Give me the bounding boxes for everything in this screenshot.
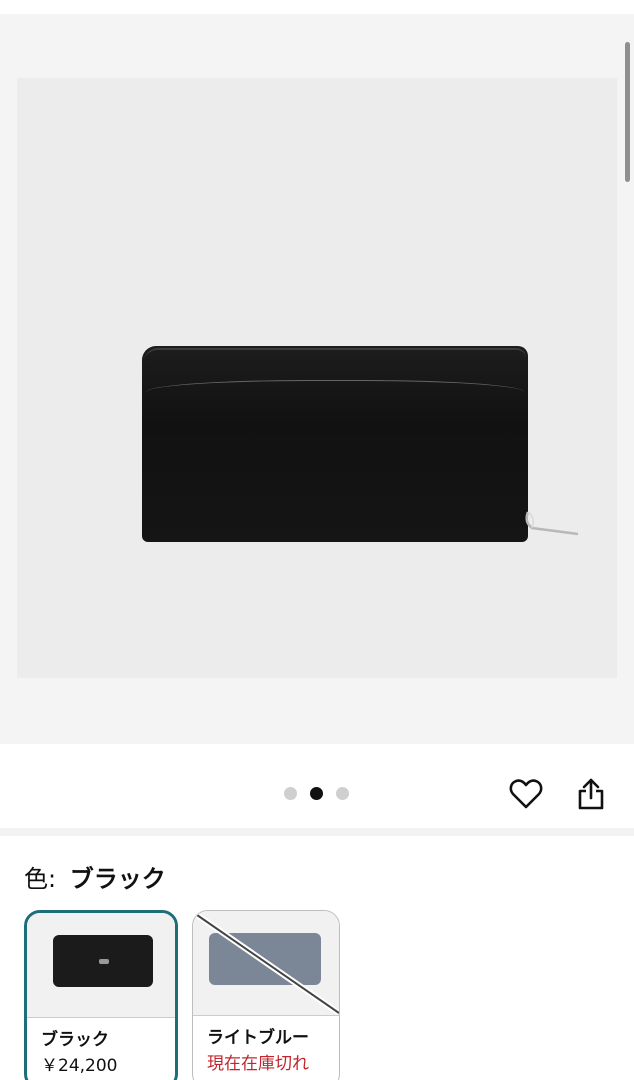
product-photo[interactable] [17,78,617,678]
product-image-gallery[interactable] [0,14,634,744]
swatch-color-name: ライトブルー [207,1028,309,1048]
color-swatch-black[interactable]: ブラック ￥24,200 [24,910,178,1080]
heart-icon [509,779,543,809]
carousel-dot-3[interactable] [336,787,349,800]
color-label-prefix: 色: [24,865,57,893]
gallery-action-row [0,744,634,828]
wallet-zipper [144,348,526,362]
color-selection-label: 色: ブラック [24,864,166,894]
swatch-color-name: ブラック [41,1030,109,1050]
selected-color-name: ブラック [69,865,166,893]
top-strip [0,0,634,14]
section-divider [0,828,634,836]
wallet-illustration [124,346,579,546]
favorite-button[interactable] [508,776,544,812]
share-icon [578,778,604,810]
swatch-separator [193,1015,339,1016]
share-button[interactable] [573,776,609,812]
color-swatch-light-blue[interactable]: ライトブルー 現在在庫切れ [192,910,340,1080]
brand-logo-icon [99,959,109,964]
carousel-pagination [284,787,349,800]
black-wallet-thumbnail [53,935,153,987]
swatch-price: ￥24,200 [41,1056,118,1076]
zipper-pull-icon [525,511,579,536]
unavailable-strike-icon [195,912,339,1015]
wallet-body [142,346,528,542]
carousel-dot-2[interactable] [310,787,323,800]
swatch-thumbnail [27,913,175,1017]
scrollbar-thumb[interactable] [625,42,630,182]
swatch-separator [27,1017,175,1018]
swatch-stock-status: 現在在庫切れ [207,1054,309,1074]
carousel-dot-1[interactable] [284,787,297,800]
